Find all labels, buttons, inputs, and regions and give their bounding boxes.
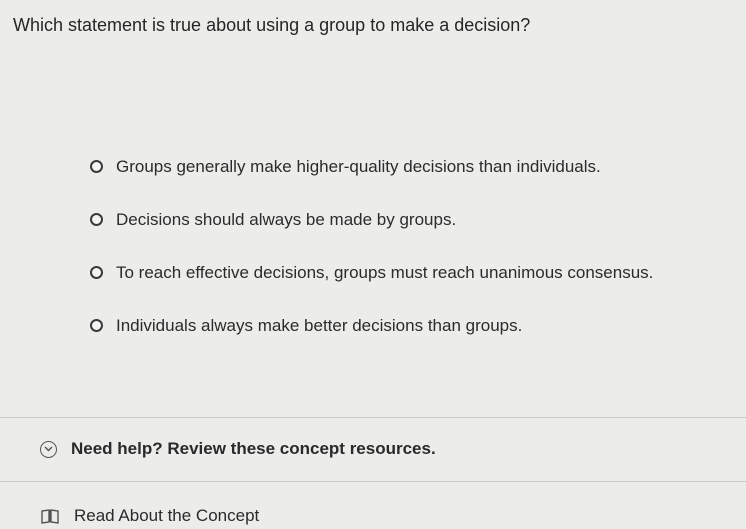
answer-option-2[interactable]: Decisions should always be made by group… bbox=[90, 193, 740, 246]
answer-option-label: To reach effective decisions, groups mus… bbox=[116, 262, 654, 282]
answer-option-1[interactable]: Groups generally make higher-quality dec… bbox=[90, 140, 740, 193]
chevron-down-circle-icon bbox=[40, 440, 57, 458]
radio-button-icon[interactable] bbox=[90, 213, 103, 226]
concept-resources-toggle[interactable]: Need help? Review these concept resource… bbox=[40, 431, 436, 467]
answer-option-4[interactable]: Individuals always make better decisions… bbox=[90, 299, 740, 352]
question-text: Which statement is true about using a gr… bbox=[13, 15, 531, 35]
divider bbox=[0, 481, 746, 482]
answer-option-label: Groups generally make higher-quality dec… bbox=[116, 156, 601, 176]
answer-option-3[interactable]: To reach effective decisions, groups mus… bbox=[90, 246, 740, 299]
read-about-concept-link[interactable]: Read About the Concept bbox=[40, 503, 259, 529]
answer-option-label: Individuals always make better decisions… bbox=[116, 315, 523, 335]
concept-resources-label: Need help? Review these concept resource… bbox=[71, 439, 436, 458]
read-about-concept-label: Read About the Concept bbox=[74, 506, 260, 525]
divider bbox=[0, 417, 746, 418]
radio-button-icon[interactable] bbox=[90, 266, 103, 279]
radio-button-icon[interactable] bbox=[90, 160, 103, 173]
answer-options: Groups generally make higher-quality dec… bbox=[90, 140, 740, 352]
answer-option-label: Decisions should always be made by group… bbox=[116, 209, 457, 229]
radio-button-icon[interactable] bbox=[90, 319, 103, 332]
book-icon bbox=[40, 508, 60, 524]
